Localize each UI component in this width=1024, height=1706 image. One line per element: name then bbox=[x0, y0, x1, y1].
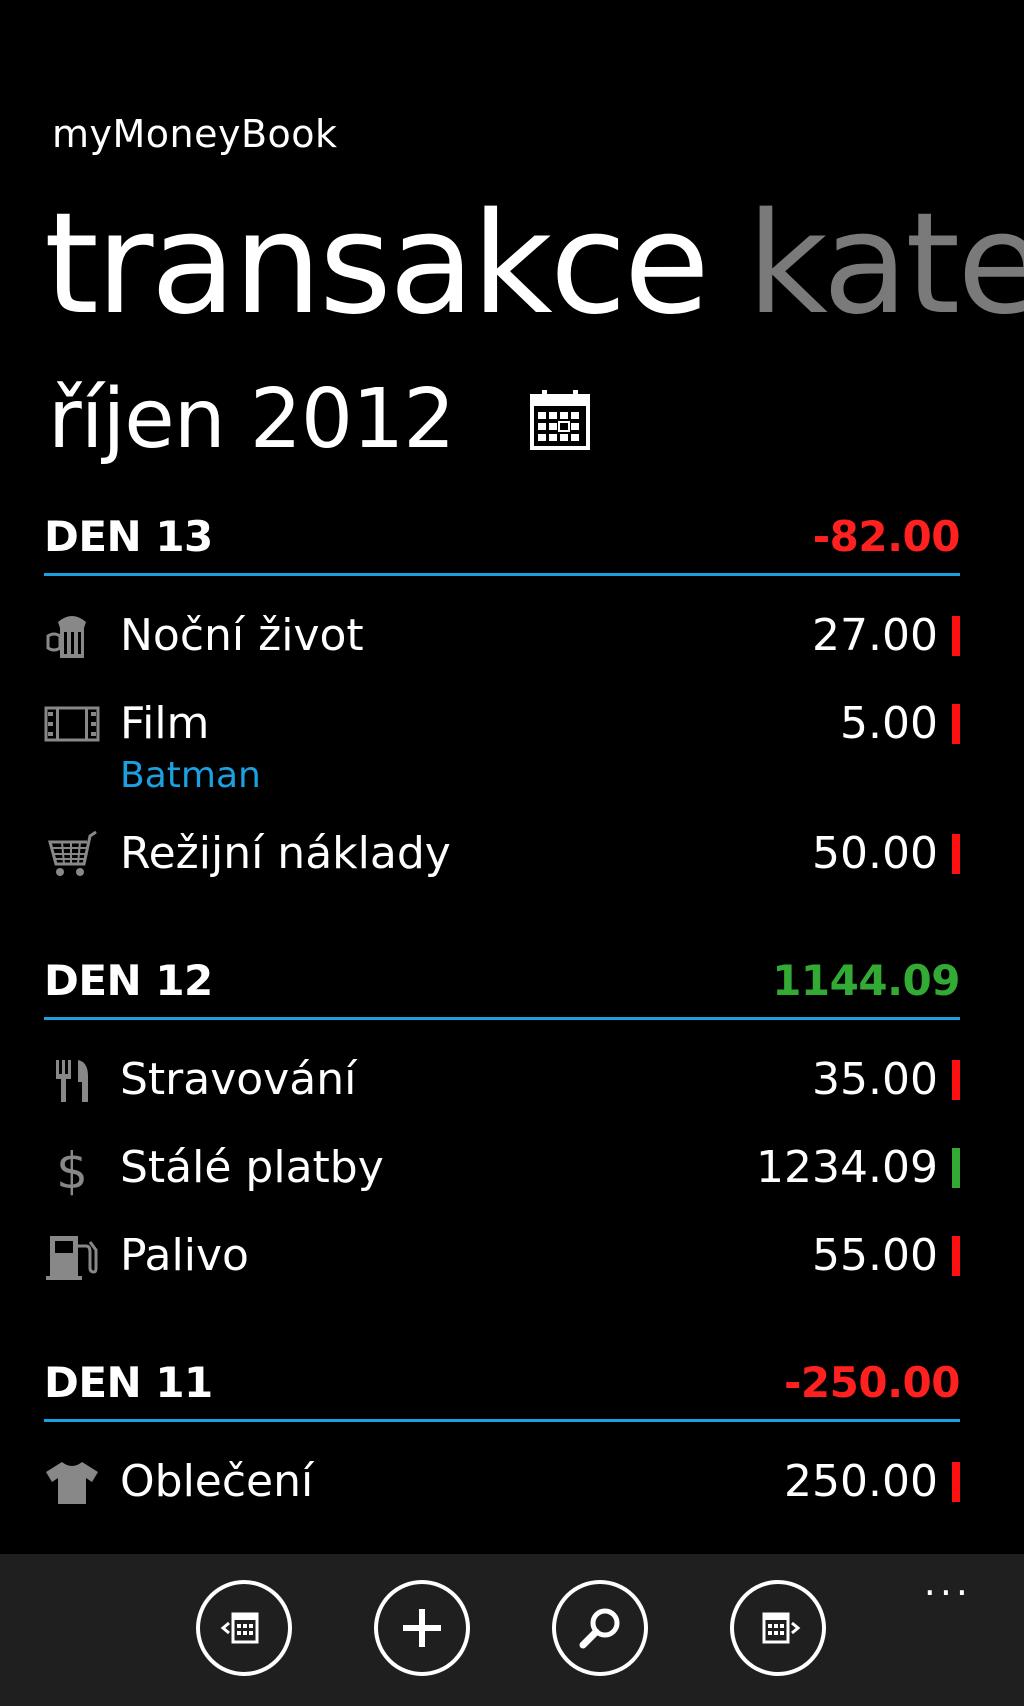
expense-indicator bbox=[952, 1236, 960, 1276]
app-screen: myMoneyBook transakcekateg říjen 2012 bbox=[0, 0, 1024, 1706]
tshirt-icon bbox=[44, 1454, 100, 1510]
day-label: DEN 13 bbox=[44, 512, 213, 561]
film-icon bbox=[44, 696, 100, 752]
svg-text:$: $ bbox=[56, 1142, 88, 1196]
transaction-row[interactable]: $ Stálé platby 1234.09 bbox=[44, 1126, 960, 1214]
previous-month-icon bbox=[220, 1612, 259, 1644]
expense-indicator bbox=[952, 616, 960, 656]
day-total: 1144.09 bbox=[772, 956, 960, 1005]
transaction-row[interactable]: Stravování 35.00 bbox=[44, 1038, 960, 1126]
transaction-list: DEN 13 -82.00 Noční život 27.00 Film Bat… bbox=[44, 500, 961, 1528]
transaction-name: Film bbox=[120, 698, 210, 749]
app-bar: ... bbox=[0, 1554, 1024, 1706]
expense-indicator bbox=[952, 704, 960, 744]
search-icon bbox=[579, 1608, 620, 1649]
add-icon bbox=[403, 1609, 441, 1647]
day-label: DEN 11 bbox=[44, 1358, 213, 1407]
transaction-row[interactable]: Oblečení 250.00 bbox=[44, 1440, 960, 1528]
month-label: říjen 2012 bbox=[48, 372, 455, 467]
nightlife-icon bbox=[44, 608, 100, 664]
cart-icon bbox=[44, 826, 100, 882]
day-total: -82.00 bbox=[812, 512, 961, 561]
day-label: DEN 12 bbox=[44, 956, 213, 1005]
transaction-amount: 50.00 bbox=[812, 828, 938, 879]
day-header: DEN 12 1144.09 bbox=[44, 944, 960, 1020]
transaction-row[interactable]: Palivo 55.00 bbox=[44, 1214, 960, 1302]
calendar-icon[interactable] bbox=[528, 388, 592, 452]
dollar-icon: $ bbox=[44, 1140, 100, 1200]
transaction-amount: 55.00 bbox=[812, 1230, 938, 1281]
transaction-amount: 250.00 bbox=[784, 1456, 938, 1507]
transaction-amount: 1234.09 bbox=[756, 1142, 938, 1193]
expense-indicator bbox=[952, 834, 960, 874]
transaction-row[interactable]: Režijní náklady 50.00 bbox=[44, 812, 960, 900]
transaction-name: Noční život bbox=[120, 610, 364, 661]
pivot-item-transakce[interactable]: transakce bbox=[44, 183, 710, 346]
more-options-button[interactable]: ... bbox=[924, 1563, 972, 1601]
transaction-name: Palivo bbox=[120, 1230, 249, 1281]
search-button[interactable] bbox=[552, 1580, 648, 1676]
day-total: -250.00 bbox=[783, 1358, 961, 1407]
expense-indicator bbox=[952, 1462, 960, 1502]
app-title: myMoneyBook bbox=[52, 112, 338, 156]
transaction-name: Oblečení bbox=[120, 1456, 314, 1507]
next-month-icon bbox=[762, 1612, 801, 1644]
pivot-header: transakcekateg bbox=[44, 185, 1024, 345]
add-button[interactable] bbox=[374, 1580, 470, 1676]
pivot-item-kategorie[interactable]: kateg bbox=[747, 183, 1024, 346]
income-indicator bbox=[952, 1148, 960, 1188]
month-selector: říjen 2012 bbox=[48, 370, 592, 470]
transaction-amount: 27.00 bbox=[812, 610, 938, 661]
transaction-note: Batman bbox=[120, 755, 261, 796]
next-month-button[interactable] bbox=[730, 1580, 826, 1676]
transaction-row[interactable]: Film Batman 5.00 bbox=[44, 682, 960, 812]
transaction-name: Režijní náklady bbox=[120, 828, 451, 879]
fork-knife-icon bbox=[44, 1052, 100, 1108]
transaction-amount: 5.00 bbox=[840, 698, 938, 749]
transaction-name: Stálé platby bbox=[120, 1142, 384, 1193]
transaction-amount: 35.00 bbox=[812, 1054, 938, 1105]
transaction-name: Stravování bbox=[120, 1054, 357, 1105]
day-header: DEN 11 -250.00 bbox=[44, 1346, 961, 1422]
fuel-icon bbox=[44, 1228, 100, 1284]
transaction-row[interactable]: Noční život 27.00 bbox=[44, 594, 960, 682]
previous-month-button[interactable] bbox=[196, 1580, 292, 1676]
expense-indicator bbox=[952, 1060, 960, 1100]
day-header: DEN 13 -82.00 bbox=[44, 500, 961, 576]
